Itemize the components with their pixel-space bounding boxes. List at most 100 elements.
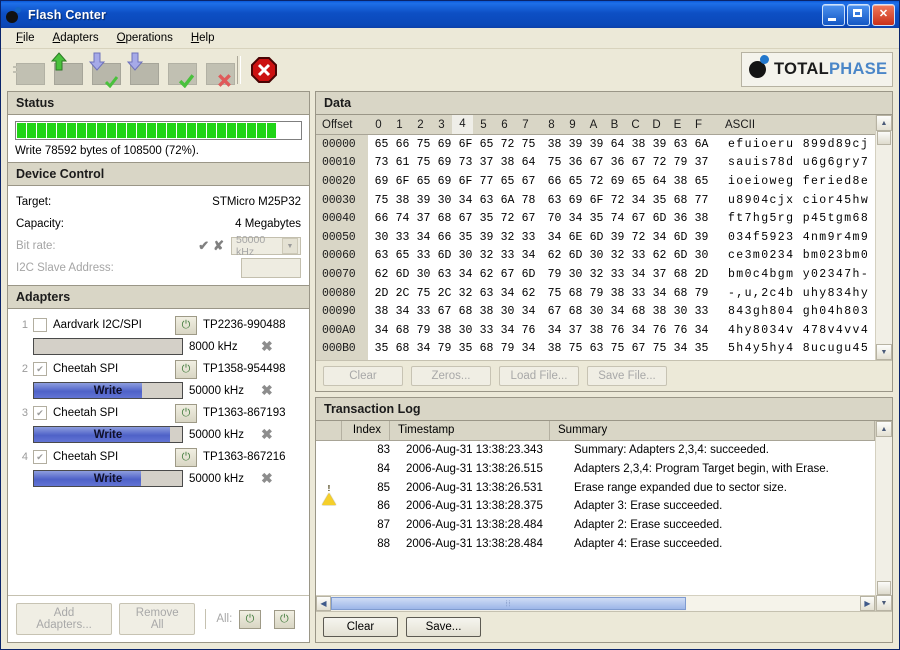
hex-byte[interactable]: 39 [565,138,586,151]
hex-byte[interactable]: 30 [455,249,476,262]
hex-byte[interactable]: 33 [607,268,628,281]
hex-byte[interactable]: 74 [607,212,628,225]
hex-byte[interactable]: 34 [649,287,670,300]
hex-byte[interactable]: 34 [628,268,649,281]
hex-byte[interactable]: 36 [670,212,691,225]
hex-byte[interactable]: 39 [691,231,712,244]
read-target-button[interactable] [5,52,43,88]
hex-byte[interactable]: 68 [670,287,691,300]
power-on-all-button[interactable]: ⏻ [239,610,260,629]
hex-byte[interactable]: 75 [565,342,586,355]
hex-byte[interactable]: 63 [670,138,691,151]
hex-byte[interactable]: 35 [476,212,497,225]
hex-byte[interactable]: 75 [544,287,565,300]
hex-byte[interactable]: 6A [691,138,712,151]
menu-operations[interactable]: Operations [108,30,182,46]
hex-byte[interactable]: 65 [476,138,497,151]
hex-byte[interactable]: 34 [413,342,434,355]
hex-byte[interactable]: 75 [413,287,434,300]
hex-byte[interactable]: 68 [628,305,649,318]
hex-byte[interactable]: 68 [565,287,586,300]
hex-byte[interactable]: 33 [518,231,539,244]
add-adapters-button[interactable]: Add Adapters... [16,603,112,635]
hex-row[interactable]: 000606365336D30323334626D303233626D30ce3… [316,247,875,266]
hex-byte[interactable]: 32 [586,268,607,281]
upload-button[interactable] [43,52,81,88]
hex-byte[interactable]: 34 [392,305,413,318]
hex-byte[interactable]: 39 [607,231,628,244]
hex-byte[interactable]: 32 [497,231,518,244]
hex-byte[interactable]: 35 [586,212,607,225]
hex-byte[interactable]: 64 [607,138,628,151]
hex-byte[interactable]: 72 [497,212,518,225]
adapter-power-button[interactable]: ⏻ [175,448,197,467]
hex-byte[interactable]: 75 [413,156,434,169]
hex-byte[interactable]: 36 [607,156,628,169]
hex-byte[interactable]: 67 [497,268,518,281]
hex-row[interactable]: 00040667437686735726770343574676D3638ft7… [316,209,875,228]
hex-byte[interactable]: 35 [371,342,392,355]
menu-file[interactable]: File [7,30,44,46]
data-zeros-button[interactable]: Zeros... [411,366,491,386]
hex-byte[interactable]: 79 [434,342,455,355]
hex-byte[interactable]: 75 [544,156,565,169]
log-row[interactable]: 832006-Aug-31 13:38:23.343Summary: Adapt… [316,441,875,460]
hex-byte[interactable]: 62 [649,249,670,262]
hex-header-col-2[interactable]: 2 [410,119,431,131]
adapter-checkbox[interactable] [33,318,47,332]
hex-header-col-C[interactable]: C [625,119,646,131]
hex-byte[interactable]: 36 [565,156,586,169]
hex-byte[interactable]: 34 [518,305,539,318]
hex-byte[interactable]: 34 [670,342,691,355]
hex-header-col-7[interactable]: 7 [515,119,536,131]
hex-byte[interactable]: 62 [371,268,392,281]
hex-byte[interactable]: 65 [565,175,586,188]
hex-byte[interactable]: 77 [476,175,497,188]
hex-byte[interactable]: 65 [691,175,712,188]
hex-byte[interactable]: 2C [392,287,413,300]
hex-byte[interactable]: 62 [476,268,497,281]
hex-byte[interactable]: 34 [628,194,649,207]
hex-byte[interactable]: 34 [518,249,539,262]
hex-byte[interactable]: 68 [392,324,413,337]
hex-byte[interactable]: 66 [434,231,455,244]
hex-byte[interactable]: 39 [649,138,670,151]
log-save-button[interactable]: Save... [406,617,481,637]
hex-byte[interactable]: 38 [476,305,497,318]
hex-byte[interactable]: 67 [518,212,539,225]
hex-byte[interactable]: 38 [392,194,413,207]
x-icon[interactable]: ✖ [261,426,273,443]
x-icon[interactable]: ✖ [261,382,273,399]
hex-byte[interactable]: 70 [544,212,565,225]
chevron-up-icon[interactable]: ▲ [876,115,892,131]
menu-adapters[interactable]: Adapters [44,30,108,46]
hex-byte[interactable]: 63 [544,194,565,207]
hex-byte[interactable]: 34 [497,287,518,300]
hex-byte[interactable]: 30 [586,305,607,318]
hex-byte[interactable]: 72 [497,138,518,151]
log-row[interactable]: 872006-Aug-31 13:38:28.484Adapter 2: Era… [316,516,875,535]
hex-byte[interactable]: 38 [670,175,691,188]
chevron-left-icon[interactable]: ◀ [316,596,331,611]
hex-byte[interactable]: 79 [544,268,565,281]
hex-byte[interactable]: 32 [476,249,497,262]
hex-byte[interactable]: 30 [586,249,607,262]
hex-row[interactable]: 0009038343367683830346768303468383033843… [316,302,875,321]
chevron-up-icon[interactable]: ▲ [876,421,892,437]
adapter-checkbox[interactable]: ✔ [33,450,47,464]
hex-byte[interactable]: 72 [628,231,649,244]
hex-byte[interactable]: 30 [497,305,518,318]
hscrollbar-track[interactable] [686,596,860,611]
hex-byte[interactable]: 65 [497,175,518,188]
hex-byte[interactable]: 68 [434,212,455,225]
hex-byte[interactable]: 78 [518,194,539,207]
hex-byte[interactable]: 75 [518,138,539,151]
hex-byte[interactable]: 38 [586,324,607,337]
hex-byte[interactable]: 62 [544,249,565,262]
remove-all-button[interactable]: Remove All [119,603,195,635]
maximize-button[interactable] [847,4,870,26]
x-icon[interactable]: ✘ [213,238,224,254]
hex-byte[interactable]: 37 [476,156,497,169]
hex-byte[interactable]: 34 [371,324,392,337]
hex-byte[interactable]: 35 [691,342,712,355]
